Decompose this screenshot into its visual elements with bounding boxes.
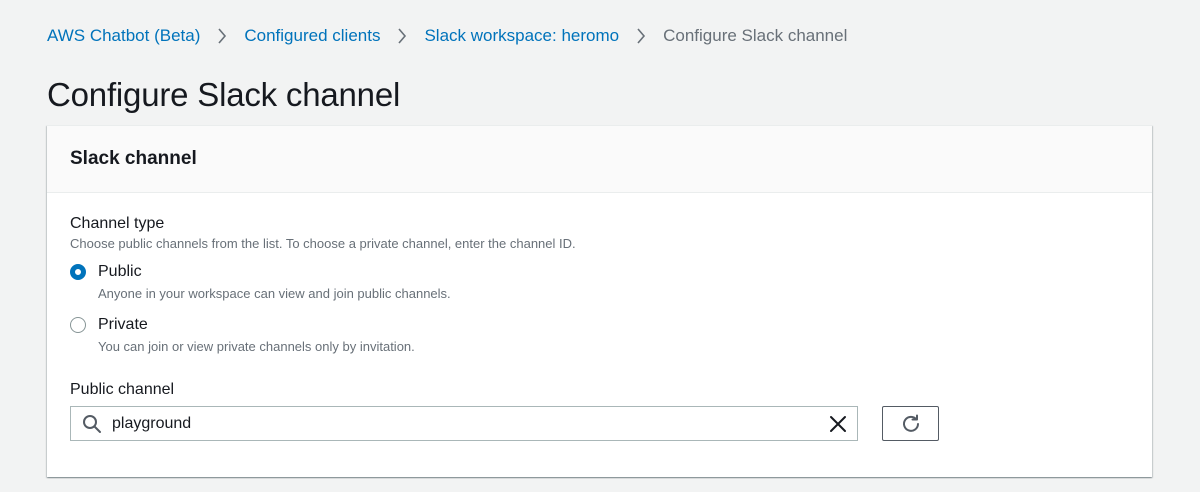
- radio-public[interactable]: [70, 264, 86, 280]
- public-channel-label: Public channel: [70, 381, 175, 398]
- panel-title: Slack channel: [70, 148, 197, 169]
- radio-public-label: Public: [98, 263, 142, 280]
- refresh-button[interactable]: [882, 406, 939, 441]
- page-title: Configure Slack channel: [47, 76, 401, 113]
- search-icon: [83, 414, 101, 433]
- radio-public-description: Anyone in your workspace can view and jo…: [98, 286, 451, 301]
- radio-private[interactable]: [70, 317, 86, 333]
- radio-private-description: You can join or view private channels on…: [98, 339, 415, 354]
- radio-private-label: Private: [98, 316, 148, 333]
- channel-type-description: Choose public channels from the list. To…: [70, 236, 576, 251]
- radio-option-public[interactable]: Public Anyone in your workspace can view…: [70, 262, 451, 303]
- slack-channel-panel: Slack channel Channel type Choose public…: [47, 125, 1152, 477]
- refresh-icon: [902, 414, 919, 432]
- breadcrumb-current: Configure Slack channel: [663, 26, 848, 45]
- breadcrumb-aws-chatbot[interactable]: AWS Chatbot (Beta): [47, 24, 200, 48]
- close-icon[interactable]: [828, 414, 848, 434]
- chevron-right-icon: [380, 24, 424, 48]
- search-value[interactable]: playground: [112, 415, 828, 433]
- breadcrumb: AWS Chatbot (Beta) Configured clients Sl…: [47, 24, 847, 48]
- chevron-right-icon: [200, 24, 244, 48]
- channel-type-label: Channel type: [70, 215, 165, 232]
- breadcrumb-slack-workspace[interactable]: Slack workspace: heromo: [424, 24, 619, 48]
- radio-option-private[interactable]: Private You can join or view private cha…: [70, 315, 415, 356]
- public-channel-search-input[interactable]: playground: [70, 406, 858, 441]
- chevron-right-icon: [619, 24, 663, 48]
- panel-header: Slack channel: [47, 126, 1152, 193]
- breadcrumb-configured-clients[interactable]: Configured clients: [244, 24, 380, 48]
